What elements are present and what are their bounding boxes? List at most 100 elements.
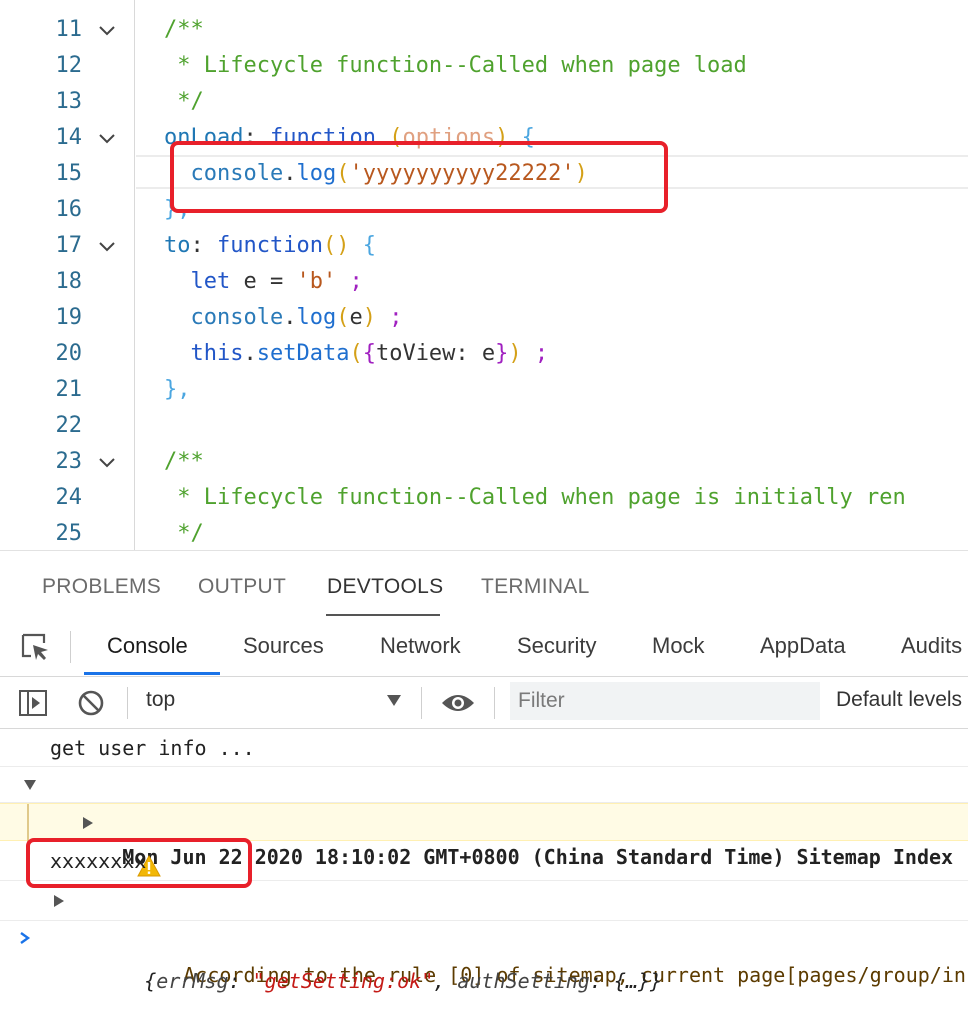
line-number: 12 bbox=[55, 53, 83, 78]
code-line[interactable]: 17 to: function() { bbox=[0, 228, 968, 264]
console-group[interactable]: Mon Jun 22 2020 18:10:02 GMT+0800 (China… bbox=[0, 767, 968, 869]
filter-input[interactable] bbox=[510, 682, 820, 720]
code-token: setData bbox=[256, 341, 350, 366]
object-preview: {errMsg: "getSetting:ok", authSetting: {… bbox=[144, 969, 663, 993]
line-number: 11 bbox=[55, 17, 83, 42]
collapse-triangle-icon[interactable] bbox=[24, 780, 36, 790]
code-token: toView: e bbox=[375, 341, 496, 366]
clear-console-icon[interactable] bbox=[77, 689, 105, 717]
code-line[interactable]: 23 /** bbox=[0, 444, 968, 480]
code-token: */ bbox=[164, 521, 204, 546]
code-token: . bbox=[243, 341, 257, 366]
code-token: }, bbox=[164, 377, 191, 402]
code-token: * Lifecycle function--Called when page i… bbox=[164, 485, 906, 510]
code-line[interactable]: 20 this.setData({toView: e}) ; bbox=[0, 336, 968, 372]
code-line[interactable]: 13 */ bbox=[0, 84, 968, 120]
line-number: 25 bbox=[55, 521, 83, 546]
code-line[interactable]: 19 console.log(e) ; bbox=[0, 300, 968, 336]
fold-chevron-icon[interactable] bbox=[97, 128, 117, 148]
line-number: 24 bbox=[55, 485, 83, 510]
code-line[interactable]: 21}, bbox=[0, 372, 968, 408]
code-token: console bbox=[164, 305, 284, 330]
line-number: 17 bbox=[55, 233, 83, 258]
code-token: ( bbox=[336, 305, 350, 330]
inspect-element-icon[interactable] bbox=[20, 632, 50, 662]
panel-tab-bar: PROBLEMS OUTPUT DEVTOOLS TERMINAL bbox=[0, 551, 968, 619]
code-token: * Lifecycle function--Called when page l… bbox=[164, 53, 747, 78]
console-warning[interactable]: According to the rule [0] of sitemap, cu… bbox=[0, 803, 968, 987]
code-token: ) bbox=[362, 305, 376, 330]
code-line[interactable]: 18 let e = 'b' ; bbox=[0, 264, 968, 300]
fold-chevron-icon[interactable] bbox=[97, 236, 117, 256]
tab-security[interactable]: Security bbox=[517, 633, 596, 659]
code-token: ; bbox=[336, 269, 363, 294]
code-text: /** bbox=[164, 12, 204, 48]
code-token: /** bbox=[164, 449, 204, 474]
code-text: */ bbox=[164, 84, 204, 120]
eye-icon[interactable] bbox=[440, 690, 476, 716]
expand-triangle-icon[interactable] bbox=[54, 895, 64, 907]
highlight-box-console-log bbox=[170, 141, 668, 213]
tab-network[interactable]: Network bbox=[380, 633, 461, 659]
active-tab-indicator bbox=[84, 672, 220, 675]
code-editor[interactable]: 11 /** 12 * Lifecycle function--Called whe… bbox=[0, 0, 968, 550]
code-token: to bbox=[164, 233, 191, 258]
tab-output[interactable]: OUTPUT bbox=[198, 575, 286, 599]
code-text: }, bbox=[164, 372, 191, 408]
code-token: . bbox=[283, 305, 297, 330]
line-number: 22 bbox=[55, 413, 83, 438]
code-line[interactable]: 22 bbox=[0, 408, 968, 444]
line-number: 21 bbox=[55, 377, 83, 402]
tab-terminal[interactable]: TERMINAL bbox=[481, 575, 590, 599]
expand-triangle-icon[interactable] bbox=[83, 817, 93, 829]
log-levels-select[interactable]: Default levels bbox=[836, 688, 962, 712]
code-token: /** bbox=[164, 17, 204, 42]
code-token: ( bbox=[349, 341, 363, 366]
chevron-down-icon[interactable] bbox=[387, 695, 401, 706]
console-toolbar: top Default levels bbox=[0, 677, 968, 729]
sidebar-toggle-icon[interactable] bbox=[18, 688, 48, 718]
code-token: e = bbox=[230, 269, 297, 294]
tab-appdata[interactable]: AppData bbox=[760, 633, 846, 659]
tab-problems[interactable]: PROBLEMS bbox=[42, 575, 161, 599]
code-token: } bbox=[495, 341, 509, 366]
code-text: * Lifecycle function--Called when page l… bbox=[164, 48, 747, 84]
line-number: 19 bbox=[55, 305, 83, 330]
tab-console[interactable]: Console bbox=[107, 633, 188, 659]
line-number: 16 bbox=[55, 197, 83, 222]
code-line[interactable]: 11 /** bbox=[0, 12, 968, 48]
code-line[interactable]: 24 * Lifecycle function--Called when pag… bbox=[0, 480, 968, 516]
console-prompt-icon[interactable] bbox=[18, 931, 32, 945]
code-line[interactable]: 25 */ bbox=[0, 516, 968, 550]
code-token: */ bbox=[164, 89, 204, 114]
divider bbox=[421, 687, 422, 719]
context-select[interactable]: top bbox=[146, 688, 175, 712]
code-token: () bbox=[322, 233, 363, 258]
group-indent-line bbox=[27, 804, 29, 842]
tab-devtools[interactable]: DEVTOOLS bbox=[327, 575, 443, 599]
line-number: 15 bbox=[55, 161, 83, 186]
divider bbox=[70, 631, 71, 663]
tab-mock[interactable]: Mock bbox=[652, 633, 705, 659]
tab-sources[interactable]: Sources bbox=[243, 633, 324, 659]
fold-chevron-icon[interactable] bbox=[97, 452, 117, 472]
line-number: 18 bbox=[55, 269, 83, 294]
code-text: this.setData({toView: e}) ; bbox=[164, 336, 548, 372]
bottom-panel: PROBLEMS OUTPUT DEVTOOLS TERMINAL Consol… bbox=[0, 550, 968, 1030]
code-text: /** bbox=[164, 444, 204, 480]
devtools-tab-bar: Console Sources Network Security Mock Ap… bbox=[0, 619, 968, 677]
code-token: { bbox=[362, 341, 376, 366]
code-token: e bbox=[349, 305, 363, 330]
fold-chevron-icon[interactable] bbox=[97, 20, 117, 40]
code-line[interactable]: 12 * Lifecycle function--Called when pag… bbox=[0, 48, 968, 84]
code-text: let e = 'b' ; bbox=[164, 264, 363, 300]
divider bbox=[494, 687, 495, 719]
code-token: ) bbox=[508, 341, 522, 366]
code-text: console.log(e) ; bbox=[164, 300, 402, 336]
tab-audits[interactable]: Audits bbox=[901, 633, 962, 659]
code-token: log bbox=[296, 305, 337, 330]
code-token: 'b' bbox=[296, 269, 337, 294]
code-token: ; bbox=[521, 341, 549, 366]
active-tab-indicator bbox=[326, 614, 440, 616]
code-token: this bbox=[164, 341, 244, 366]
